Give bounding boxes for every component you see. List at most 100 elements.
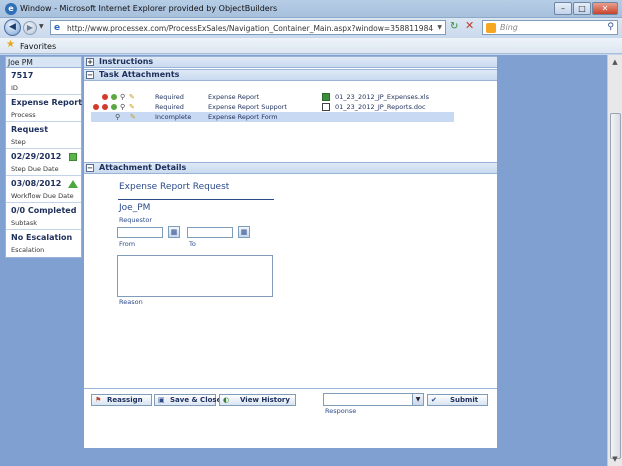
info-label: Escalation (11, 246, 45, 254)
attachment-status: Required (155, 103, 184, 111)
reassign-icon: ⚑ (95, 396, 102, 404)
view-history-label: View History (240, 396, 290, 404)
scrollbar-thumb[interactable] (610, 113, 621, 459)
scroll-up-icon[interactable]: ▲ (610, 57, 620, 67)
info-id: 7517 ID (6, 68, 81, 95)
info-process: Expense Report Process (6, 95, 83, 122)
reassign-button[interactable]: ⚑ Reassign (91, 394, 152, 406)
info-value: 7517 (11, 71, 34, 80)
forward-button[interactable]: ▶ (23, 21, 37, 35)
row-action-icons: ⚲ ✎ (93, 103, 135, 111)
collapse-icon[interactable]: − (86, 71, 94, 79)
stop-button[interactable]: ✕ (465, 20, 474, 32)
instructions-section-header[interactable]: + Instructions (84, 56, 497, 68)
response-label: Response (325, 407, 357, 415)
info-value: Request (11, 125, 49, 134)
excel-file-icon (322, 93, 330, 101)
submit-button[interactable]: ✔ Submit (427, 394, 488, 406)
attach-icon[interactable] (111, 94, 117, 100)
info-label: Workflow Due Date (11, 192, 74, 200)
attachment-file-link[interactable]: 01_23_2012_JP_Reports.doc (335, 102, 426, 112)
window-title: Window - Microsoft Internet Explorer pro… (20, 4, 278, 13)
from-date-input[interactable] (117, 227, 163, 238)
edit-icon[interactable]: ✎ (130, 114, 136, 121)
task-attachments-section-header[interactable]: − Task Attachments (84, 69, 497, 81)
favorites-star-icon[interactable]: ★ (6, 39, 15, 50)
delete-icon[interactable] (93, 104, 99, 110)
view-icon[interactable]: ⚲ (115, 114, 121, 121)
info-step-due-date: 02/29/2012 Step Due Date (6, 149, 81, 176)
attachment-name: Expense Report (208, 93, 260, 101)
footer-divider (84, 388, 497, 389)
window-controls: – □ ✕ (554, 2, 618, 15)
to-label: To (189, 240, 196, 248)
submit-check-icon: ✔ (431, 396, 437, 404)
minimize-button[interactable]: – (554, 2, 572, 15)
attachment-row[interactable]: ⚲ ✎ Required Expense Report 01_23_2012_J… (84, 92, 497, 102)
history-dropdown-icon[interactable]: ▼ (39, 23, 44, 30)
delete-icon[interactable] (102, 104, 108, 110)
info-label: Step Due Date (11, 165, 59, 173)
view-icon[interactable]: ⚲ (120, 94, 126, 101)
close-window-button[interactable]: ✕ (592, 2, 618, 15)
requestor-value: Joe_PM (119, 203, 151, 213)
favorites-bar: ★ Favorites (0, 38, 622, 54)
ie-app-icon: e (5, 3, 17, 15)
scroll-down-icon[interactable]: ▼ (610, 454, 620, 464)
refresh-button[interactable]: ↻ (450, 21, 458, 33)
expand-icon[interactable]: + (86, 58, 94, 66)
to-calendar-icon[interactable]: ▦ (238, 226, 250, 238)
attachment-row-selected[interactable]: ⚲ ✎ Incomplete Expense Report Form (91, 112, 454, 122)
vertical-scrollbar[interactable]: ▲ ▼ (607, 55, 622, 466)
attachment-status: Incomplete (155, 113, 192, 121)
search-input[interactable]: Bing ⚲ (482, 20, 618, 35)
from-calendar-icon[interactable]: ▦ (168, 226, 180, 238)
response-select[interactable]: ▼ (323, 393, 424, 406)
info-step: Request Step (6, 122, 81, 149)
url-field[interactable]: e http://www.processex.com/ProcessExSale… (50, 20, 446, 35)
view-history-button[interactable]: ◐ View History (219, 394, 296, 406)
back-button[interactable]: ◀ (4, 19, 21, 36)
requestor-label: Requestor (119, 216, 153, 224)
reason-label: Reason (119, 298, 143, 306)
info-label: Process (11, 111, 36, 119)
main-content: + Instructions − Task Attachments ⚲ ✎ Re… (84, 56, 497, 448)
attachment-row[interactable]: ⚲ ✎ Required Expense Report Support 01_2… (84, 102, 497, 112)
address-bar: ◀ ▶ ▼ e http://www.processex.com/Process… (0, 18, 622, 38)
info-label: ID (11, 84, 18, 92)
attachment-status: Required (155, 93, 184, 101)
current-user: Joe PM (6, 57, 81, 68)
edit-icon[interactable]: ✎ (129, 94, 135, 101)
collapse-icon[interactable]: − (86, 164, 94, 172)
row-action-icons: ⚲ ✎ (115, 113, 136, 121)
info-value: Expense Report (11, 98, 83, 107)
view-icon[interactable]: ⚲ (120, 104, 126, 111)
bing-icon (486, 23, 496, 33)
triangle-status-icon (68, 180, 78, 188)
edit-icon[interactable]: ✎ (129, 104, 135, 111)
attachment-details-label: Attachment Details (99, 163, 187, 172)
chevron-down-icon[interactable]: ▼ (412, 394, 423, 405)
maximize-button[interactable]: □ (573, 2, 591, 15)
attach-icon[interactable] (111, 104, 117, 110)
attachment-file-link[interactable]: 01_23_2012_JP_Expenses.xls (335, 92, 429, 102)
save-close-button[interactable]: ▣ Save & Close (154, 394, 221, 406)
reassign-label: Reassign (107, 396, 143, 404)
attachment-details-section-header[interactable]: − Attachment Details (84, 162, 497, 174)
from-label: From (119, 240, 136, 248)
word-file-icon (322, 103, 330, 111)
reason-textarea[interactable] (117, 255, 273, 297)
delete-icon[interactable] (102, 94, 108, 100)
search-icon[interactable]: ⚲ (607, 22, 614, 32)
info-workflow-due-date: 03/08/2012 Workflow Due Date (6, 176, 81, 203)
url-dropdown-icon[interactable]: ▼ (437, 24, 442, 31)
row-action-icons: ⚲ ✎ (102, 93, 135, 101)
favorites-button[interactable]: Favorites (20, 42, 56, 51)
save-close-label: Save & Close (170, 396, 222, 404)
url-text: http://www.processex.com/ProcessExSales/… (67, 24, 434, 33)
to-date-input[interactable] (187, 227, 233, 238)
search-placeholder: Bing (500, 23, 518, 32)
attachment-name: Expense Report Form (208, 113, 278, 121)
save-icon: ▣ (158, 396, 165, 404)
task-attachments-label: Task Attachments (99, 70, 180, 79)
